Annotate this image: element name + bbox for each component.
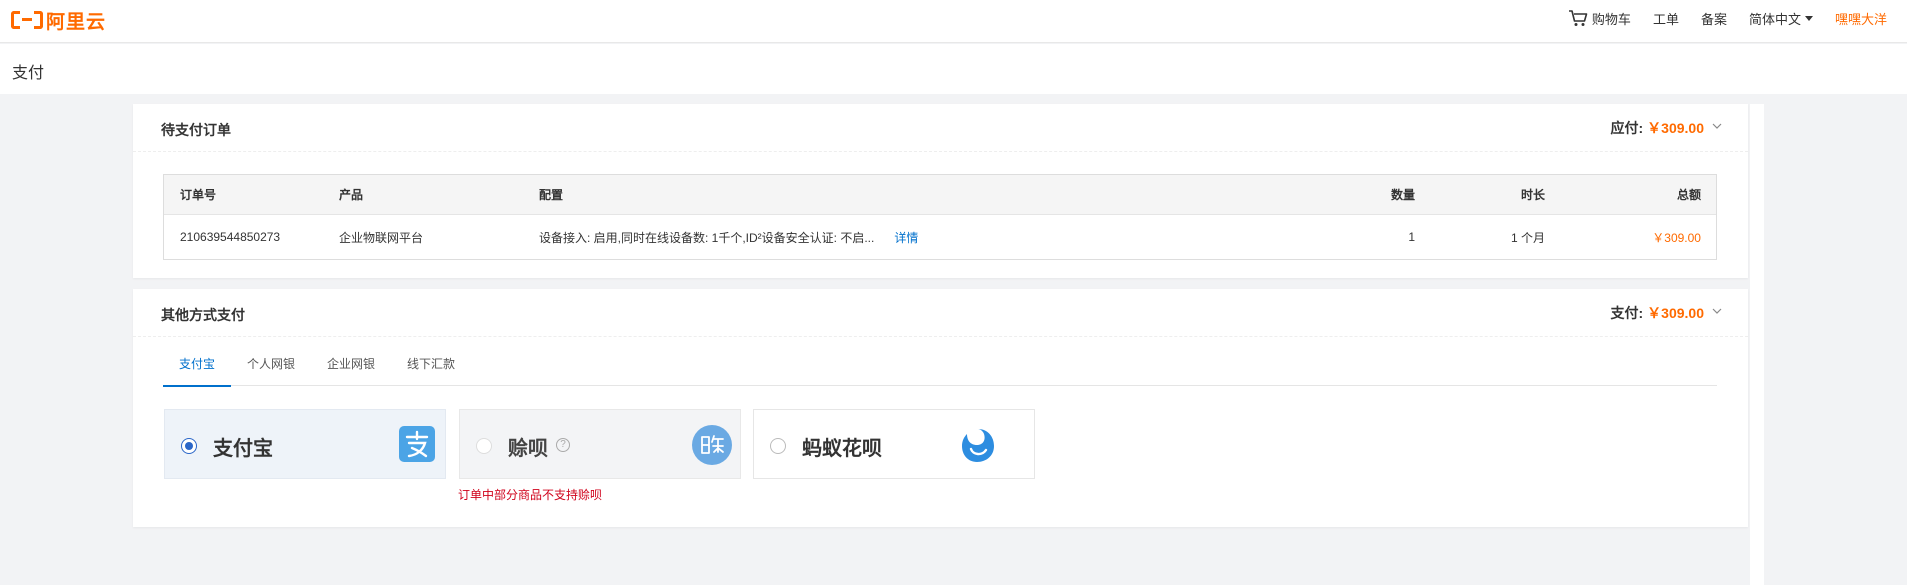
detail-link[interactable]: 详情 — [894, 229, 918, 246]
scrollbar-track[interactable] — [1750, 104, 1764, 585]
payment-option-alipay[interactable]: 支付宝 — [164, 409, 446, 479]
cart-icon — [1568, 10, 1588, 26]
aliyun-logo-icon — [11, 11, 43, 29]
duration: 1 个月 — [1510, 230, 1545, 245]
payable-value: ￥309.00 — [1647, 120, 1704, 136]
nav-links: 购物车 工单 备案 简体中文 嘿嘿大洋 — [1546, 0, 1887, 36]
col-duration: 时长 — [1520, 188, 1545, 202]
huabei-label: 蚂蚁花呗 — [802, 438, 882, 460]
language-label: 简体中文 — [1748, 11, 1801, 27]
col-config: 配置 — [539, 188, 564, 202]
payment-tabs: 支付宝 个人网银 企业网银 线下汇款 — [163, 357, 1717, 387]
language-dropdown[interactable]: 简体中文 — [1749, 9, 1813, 28]
logo-text: 阿里云 — [46, 10, 107, 33]
other-payment-panel: 其他方式支付 支付: ￥309.00 支付宝 个人网银 企业网银 线下汇款 支付… — [133, 289, 1748, 527]
order-table-header: 订单号 产品 配置 数量 时长 总额 — [164, 175, 1716, 215]
help-icon[interactable]: ? — [556, 438, 570, 452]
pending-order-title: 待支付订单 — [161, 122, 231, 138]
pay-amount: 支付: ￥309.00 — [1611, 303, 1723, 323]
radio-shebei[interactable] — [476, 438, 492, 454]
shebei-icon — [692, 425, 732, 465]
shebei-label: 赊呗 — [508, 438, 548, 460]
col-product: 产品 — [339, 188, 364, 202]
table-row: 210639544850273 企业物联网平台 设备接入: 启用,同时在线设备数… — [164, 215, 1716, 259]
icp-label: 备案 — [1700, 11, 1727, 27]
quantity: 1 — [1408, 230, 1415, 244]
other-payment-header[interactable]: 其他方式支付 支付: ￥309.00 — [133, 289, 1748, 337]
order-table: 订单号 产品 配置 数量 时长 总额 210639544850273 企业物联网… — [163, 174, 1717, 260]
order-id: 210639544850273 — [180, 230, 281, 244]
aliyun-logo[interactable]: 阿里云 — [11, 9, 107, 33]
pending-order-panel: 待支付订单 应付: ￥309.00 订单号 产品 配置 数量 时长 总额 210… — [133, 104, 1748, 278]
chevron-down-icon[interactable] — [1712, 306, 1722, 316]
cart-link[interactable]: 购物车 — [1568, 9, 1631, 28]
user-name: 嘿嘿大洋 — [1834, 11, 1887, 27]
icp-link[interactable]: 备案 — [1701, 9, 1727, 28]
user-menu[interactable]: 嘿嘿大洋 — [1835, 9, 1887, 28]
pending-order-header[interactable]: 待支付订单 应付: ￥309.00 — [133, 104, 1748, 152]
caret-down-icon — [1804, 15, 1813, 21]
huabei-icon — [962, 429, 994, 462]
tab-alipay[interactable]: 支付宝 — [163, 357, 232, 387]
cart-label: 购物车 — [1591, 11, 1631, 27]
total-price: ￥309.00 — [1652, 230, 1701, 245]
payment-option-shebei[interactable]: 赊呗 ? — [459, 409, 741, 479]
shebei-warning: 订单中部分商品不支持赊呗 — [458, 488, 603, 502]
radio-huabei[interactable] — [770, 438, 786, 454]
col-order-id: 订单号 — [180, 188, 217, 202]
chevron-down-icon[interactable] — [1712, 121, 1722, 131]
payment-option-huabei[interactable]: 蚂蚁花呗 — [753, 409, 1035, 479]
config-text: 设备接入: 启用,同时在线设备数: 1千个,ID²设备安全认证: 不启... — [539, 230, 875, 245]
tab-offline-transfer[interactable]: 线下汇款 — [391, 357, 471, 386]
page-header: 支付 — [0, 44, 1907, 94]
radio-alipay[interactable] — [181, 438, 197, 454]
pay-value: ￥309.00 — [1647, 305, 1704, 321]
page-title: 支付 — [12, 65, 45, 82]
alipay-label: 支付宝 — [213, 438, 273, 460]
ticket-link[interactable]: 工单 — [1653, 9, 1679, 28]
product-name: 企业物联网平台 — [339, 230, 424, 245]
payable-label: 应付: — [1610, 120, 1644, 136]
col-total: 总额 — [1676, 188, 1701, 202]
alipay-icon — [399, 426, 435, 462]
config-cell: 设备接入: 启用,同时在线设备数: 1千个,ID²设备安全认证: 不启... 详… — [539, 215, 918, 259]
tab-personal-bank[interactable]: 个人网银 — [231, 357, 311, 386]
col-quantity: 数量 — [1390, 188, 1415, 202]
pay-label: 支付: — [1610, 305, 1644, 321]
top-navbar: 阿里云 购物车 工单 备案 简体中文 嘿嘿大洋 — [0, 0, 1907, 43]
other-payment-title: 其他方式支付 — [161, 307, 245, 323]
ticket-label: 工单 — [1652, 11, 1679, 27]
tab-enterprise-bank[interactable]: 企业网银 — [311, 357, 391, 386]
payable-amount: 应付: ￥309.00 — [1611, 118, 1723, 138]
